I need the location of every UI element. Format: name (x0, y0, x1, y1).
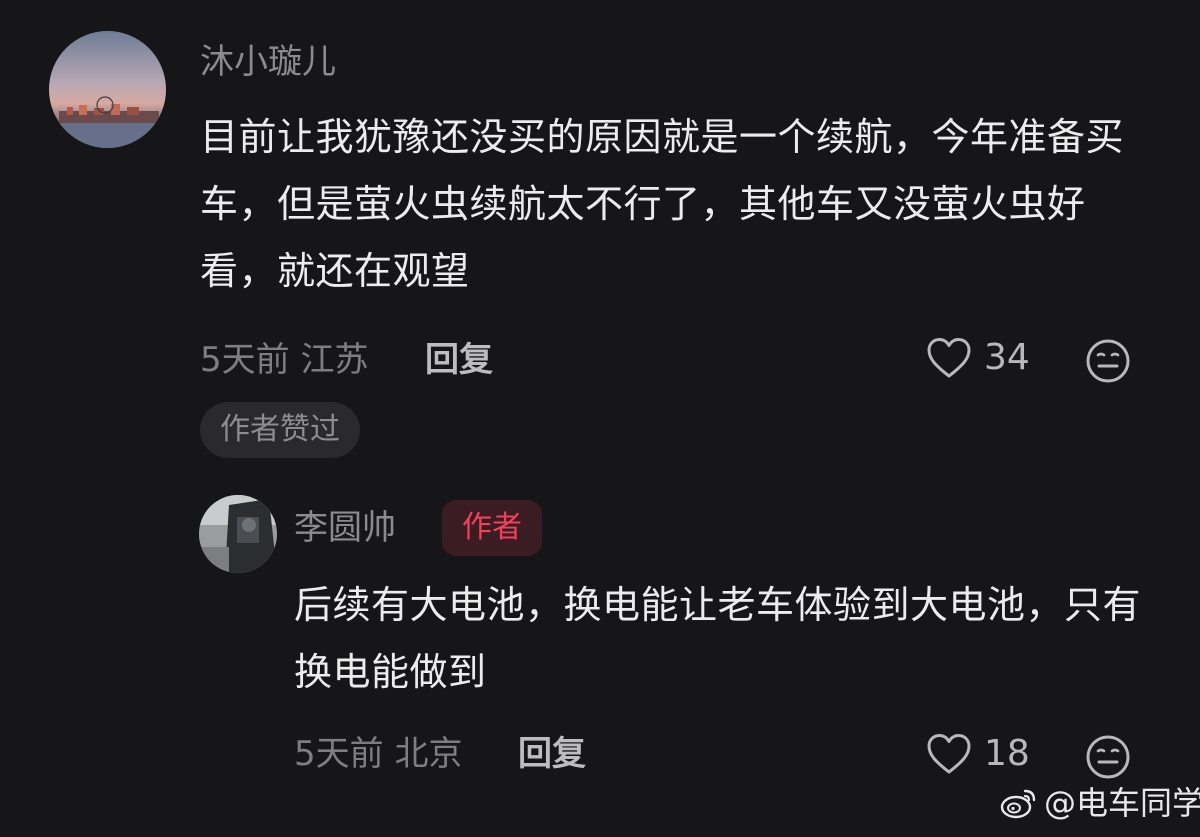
comment-username[interactable]: 李圆帅 (294, 508, 396, 548)
comment-time: 5天前 (294, 734, 384, 774)
like-button[interactable]: 34 (926, 336, 1030, 380)
reply-button[interactable]: 回复 (518, 734, 586, 774)
weibo-icon (1000, 789, 1036, 819)
avatar-image (199, 495, 277, 573)
comment-location: 北京 (394, 734, 463, 774)
avatar-image (49, 31, 166, 148)
like-count: 34 (984, 337, 1030, 378)
avatar[interactable] (49, 31, 166, 148)
dislike-button[interactable] (1085, 338, 1131, 388)
comment-username[interactable]: 沐小璇儿 (200, 42, 336, 82)
author-badge: 作者 (442, 500, 542, 556)
watermark: @电车同学 (1000, 783, 1200, 823)
comment-location: 江苏 (300, 340, 369, 380)
comment-body: 目前让我犹豫还没买的原因就是一个续航，今年准备买车，但是萤火虫续航太不行了，其他… (200, 115, 1125, 293)
heart-icon (927, 338, 971, 378)
comment-body: 后续有大电池，换电能让老车体验到大电池，只有换电能做到 (294, 583, 1142, 694)
comment-meta: 5天前 北京 (294, 734, 462, 774)
neutral-face-icon (1086, 339, 1130, 383)
like-button[interactable]: 18 (926, 732, 1030, 776)
watermark-text: @电车同学 (1044, 784, 1200, 822)
neutral-face-icon (1086, 735, 1130, 779)
comment-meta: 5天前 江苏 (200, 340, 368, 380)
dislike-button[interactable] (1085, 734, 1131, 784)
avatar[interactable] (199, 495, 277, 573)
reply-button[interactable]: 回复 (425, 340, 493, 380)
heart-icon (927, 734, 971, 774)
comment-time: 5天前 (200, 340, 290, 380)
author-liked-tag: 作者赞过 (200, 402, 360, 458)
like-count: 18 (984, 733, 1030, 774)
